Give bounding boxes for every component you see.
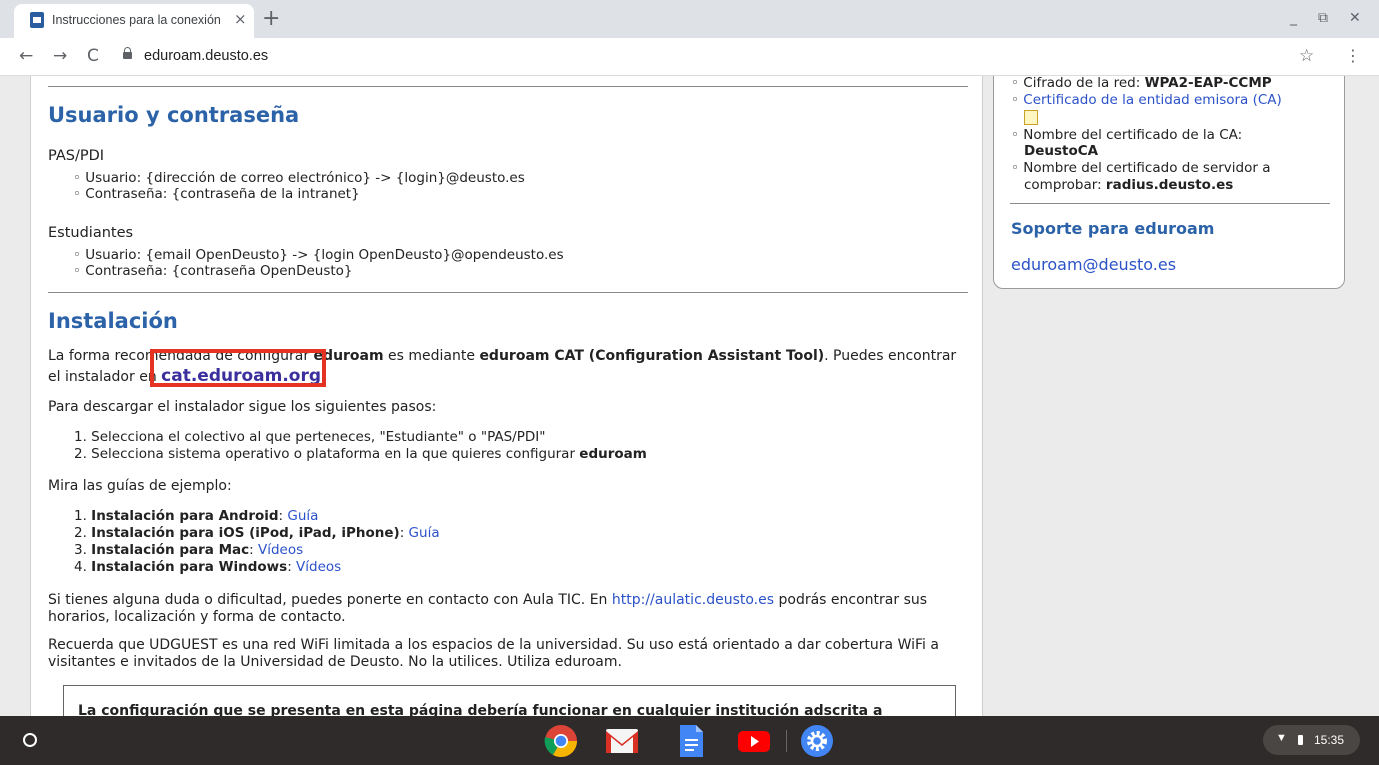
students-heading: Estudiantes [48,225,134,241]
pas-heading: PAS/PDI [48,148,105,164]
wifi-icon: ▼ [1276,732,1287,744]
section-title-credentials: Usuario y contraseña [48,103,300,127]
browser-toolbar: ← → C eduroam.deusto.es ☆ ⋮ [0,38,1379,76]
settings-icon[interactable] [800,724,834,758]
guide-link-windows[interactable]: Vídeos [296,559,341,575]
server-item: ◦ Nombre del certificado de servidor a [1011,160,1271,176]
list-item: ◦ Usuario: {email OpenDeusto} -> {login … [73,247,564,263]
restore-button[interactable]: ⧉ [1318,10,1328,26]
tab-strip: Instrucciones para la conexión a × + _ ⧉… [0,0,1379,38]
forward-button[interactable]: → [53,46,67,66]
guest-line1: Recuerda que UDGUEST es una red WiFi lim… [48,637,939,653]
address-bar[interactable]: eduroam.deusto.es [144,48,268,64]
section-title-installation: Instalación [48,309,178,333]
minimize-button[interactable]: _ [1290,10,1297,26]
guides-intro: Mira las guías de ejemplo: [48,478,232,494]
highlight-box [150,349,326,387]
lock-icon [123,47,132,59]
ca-name-item: ◦ Nombre del certificado de la CA: [1011,127,1243,143]
taskbar-separator [786,730,787,752]
help-line1: Si tienes alguna duda o dificultad, pued… [48,592,928,608]
support-title: Soporte para eduroam [1011,219,1215,238]
divider [48,292,968,293]
guide-link-mac[interactable]: Vídeos [258,542,303,558]
guest-line2: visitantes e invitados de la Universidad… [48,654,622,670]
list-item: 1. Selecciona el colectivo al que perten… [74,429,546,445]
guide-link-android[interactable]: Guía [287,508,318,524]
chrome-icon[interactable] [544,724,578,758]
launcher-icon[interactable] [23,733,37,747]
server-item-cont: comprobar: radius.deusto.es [1024,177,1234,193]
guide-link-ios[interactable]: Guía [409,525,440,541]
ca-name-value: DeustoCA [1024,143,1099,159]
reload-button[interactable]: C [87,46,99,66]
tab-title: Instrucciones para la conexión a [52,13,224,27]
divider [48,86,968,87]
list-item: 2. Selecciona sistema operativo o plataf… [74,446,647,462]
new-tab-button[interactable]: + [262,6,280,31]
gmail-icon[interactable] [605,724,639,758]
docs-icon[interactable] [674,724,708,758]
tab-close-icon[interactable]: × [234,10,247,28]
certificate-icon[interactable] [1024,110,1038,125]
ca-certificate-link[interactable]: Certificado de la entidad emisora (CA) [1023,92,1282,108]
browser-menu-icon[interactable]: ⋮ [1345,46,1361,65]
clock: 15:35 [1314,733,1345,747]
bookmark-star-icon[interactable]: ☆ [1299,46,1314,66]
sidebar-divider [1010,203,1330,204]
browser-tab[interactable]: Instrucciones para la conexión a × [14,4,254,38]
note-text: La configuración que se presenta en esta… [78,703,883,716]
guide-item-mac: 3. Instalación para Mac: Vídeos [74,542,304,558]
back-button[interactable]: ← [19,46,33,66]
guide-item-android: 1. Instalación para Android: Guía [74,508,319,524]
list-item: ◦ Contraseña: {contraseña OpenDeusto} [73,263,353,279]
youtube-icon[interactable] [737,724,771,758]
guide-item-windows: 4. Instalación para Windows: Vídeos [74,559,342,575]
cipher-item: ◦ Cifrado de la red: WPA2-EAP-CCMP [1011,76,1272,91]
deusto-favicon-icon [30,12,44,28]
list-item: ◦ Contraseña: {contraseña de la intranet… [73,186,360,202]
aulatic-link[interactable]: http://aulatic.deusto.es [612,592,774,608]
guide-item-ios: 2. Instalación para iOS (iPod, iPad, iPh… [74,525,440,541]
steps-intro: Para descargar el instalador sigue los s… [48,399,437,415]
support-email-link[interactable]: eduroam@deusto.es [1011,255,1176,274]
ca-item: ◦ Certificado de la entidad emisora (CA) [1011,92,1282,108]
help-line2: horarios, localización y forma de contac… [48,609,346,625]
status-tray[interactable]: ▼ 15:35 [1263,725,1360,755]
close-window-button[interactable]: ✕ [1349,10,1361,26]
page-viewport: Usuario y contraseña PAS/PDI ◦ Usuario: … [0,76,1379,716]
battery-icon [1298,735,1303,745]
support-email-item: eduroam@deusto.es [1011,255,1176,274]
list-item: ◦ Usuario: {dirección de correo electrón… [73,170,525,186]
os-taskbar: ▼ 15:35 [0,716,1379,765]
